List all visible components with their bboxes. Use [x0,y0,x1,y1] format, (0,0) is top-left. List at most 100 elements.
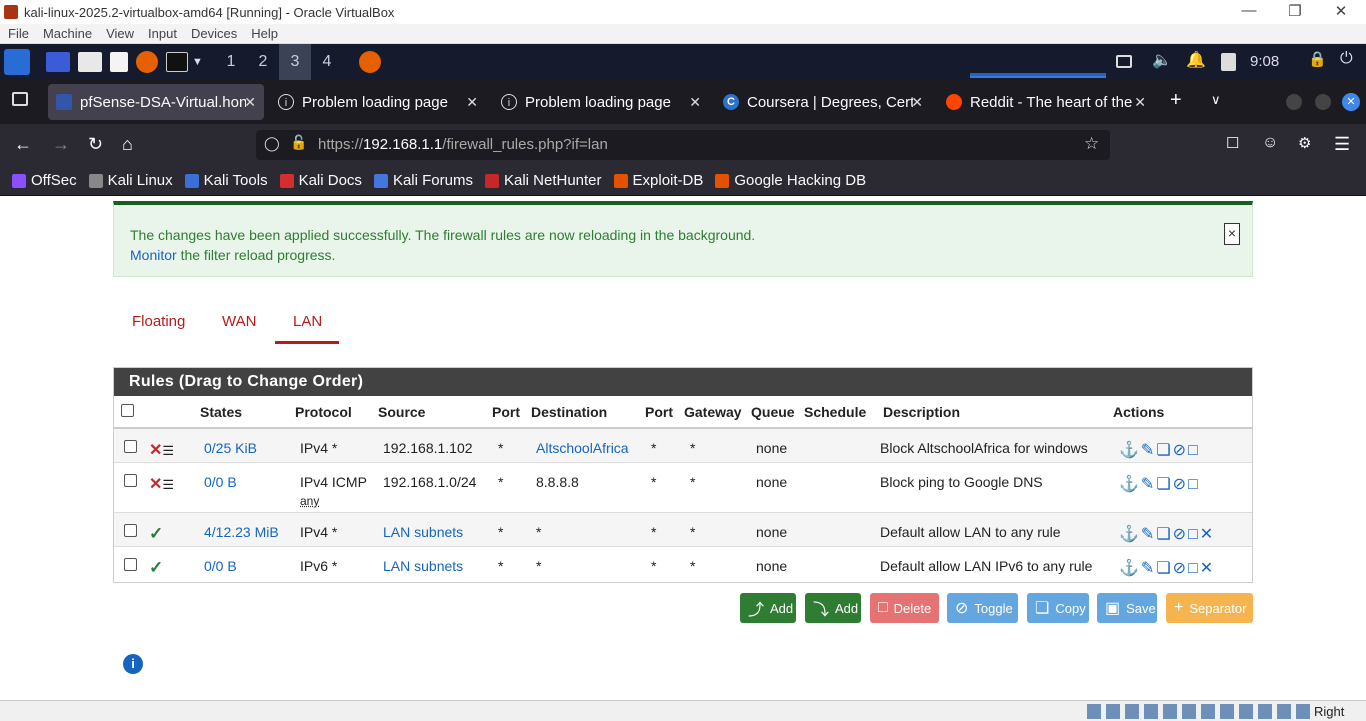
clock[interactable]: 9:08 [1250,53,1279,70]
menu-machine[interactable]: Machine [43,26,92,41]
menu-view[interactable]: View [106,26,134,41]
tab-close-icon[interactable]: ✕ [244,94,256,111]
disable-icon[interactable]: ⊘ [1173,560,1188,577]
copy-icon[interactable]: ❏ [1156,560,1172,577]
bookmark-kali-linux[interactable]: Kali Linux [88,172,173,189]
delete-x-icon[interactable]: ✕ [1200,526,1215,543]
copy-icon[interactable]: ❏ [1156,442,1172,459]
url-bar[interactable]: ◯ 🔓 https://192.168.1.1/firewall_rules.p… [256,130,1110,160]
reload-icon[interactable]: ↻ [88,134,103,155]
volume-icon[interactable]: 🔈 [1152,50,1172,70]
disable-icon[interactable]: ⊘ [1173,476,1188,493]
table-row[interactable]: ✓ 0/0 B IPv6 * LAN subnets * * * * none … [114,545,1252,580]
workspace-2[interactable]: 2 [247,44,279,80]
firefox-launcher-icon[interactable] [136,51,158,73]
anchor-icon[interactable]: ⚓ [1119,560,1141,577]
trash-icon[interactable]: □ [1188,476,1200,493]
bookmark-offsec[interactable]: OffSec [12,172,77,189]
table-row[interactable]: ✕☰ 0/25 KiB IPv4 * 192.168.1.102 * Altsc… [114,427,1252,462]
clipboard-icon[interactable] [1221,53,1236,71]
disable-icon[interactable]: ⊘ [1173,526,1188,543]
menu-devices[interactable]: Devices [191,26,237,41]
toggle-button[interactable]: ⊘ Toggle [947,593,1018,623]
alert-close-button[interactable]: × [1224,223,1240,245]
anchor-icon[interactable]: ⚓ [1119,476,1141,493]
tab-close-icon[interactable]: ✕ [911,94,923,111]
account-icon[interactable]: ☺ [1262,134,1278,152]
monitor-link[interactable]: Monitor [130,247,177,263]
tab-problem-2[interactable]: i Problem loading page ✕ [493,84,709,120]
workspace-1[interactable]: 1 [215,44,247,80]
trash-icon[interactable]: □ [1188,560,1200,577]
bookmark-google-hacking-db[interactable]: Google Hacking DB [715,172,866,189]
tab-close-icon[interactable]: ✕ [1134,94,1146,111]
save-button[interactable]: ▣ Save [1097,593,1157,623]
list-tabs-icon[interactable]: ∨ [1211,92,1221,108]
tab-pfsense[interactable]: pfSense-DSA-Virtual.hon ✕ [48,84,264,120]
bookmark-kali-docs[interactable]: Kali Docs [279,172,362,189]
tab-wan[interactable]: WAN [222,313,256,330]
forward-icon[interactable]: → [52,134,70,155]
add-bottom-button[interactable]: ⤵ Add [805,593,861,623]
firefox-taskbar-icon[interactable] [358,51,381,73]
tab-problem-1[interactable]: i Problem loading page ✕ [270,84,486,120]
minimize-browser-icon[interactable] [1286,94,1302,110]
delete-button[interactable]: □ Delete [870,593,939,623]
bookmark-kali-nethunter[interactable]: Kali NetHunter [484,172,602,189]
chevron-down-icon[interactable]: ▼ [192,56,203,68]
copy-button[interactable]: ❏ Copy [1027,593,1089,623]
terminal-icon[interactable] [166,52,188,72]
copy-icon[interactable]: ❏ [1156,526,1172,543]
separator-button[interactable]: + Separator [1166,593,1253,623]
bookmark-star-icon[interactable]: ☆ [1084,134,1099,154]
destination-alias-link[interactable]: AltschoolAfrica [536,440,629,456]
menu-input[interactable]: Input [148,26,177,41]
select-all-checkbox[interactable] [121,403,134,417]
notification-bell-icon[interactable]: 🔔 [1186,50,1206,70]
source-link[interactable]: LAN subnets [383,558,463,574]
disable-icon[interactable]: ⊘ [1173,442,1188,459]
pocket-icon[interactable]: ☐ [1226,134,1239,152]
bookmark-kali-tools[interactable]: Kali Tools [184,172,268,189]
edit-pencil-icon[interactable]: ✎ [1141,560,1156,577]
extensions-icon[interactable]: ⚙ [1298,134,1311,152]
info-icon[interactable]: i [123,654,143,674]
delete-x-icon[interactable]: ✕ [1200,560,1215,577]
table-row[interactable]: ✓ 4/12.23 MiB IPv4 * LAN subnets * * * *… [114,511,1252,546]
kali-menu-icon[interactable] [4,49,30,75]
home-icon[interactable]: ⌂ [122,134,133,155]
text-editor-icon[interactable] [110,52,128,72]
tab-reddit[interactable]: Reddit - The heart of the i ✕ [938,84,1154,120]
edit-pencil-icon[interactable]: ✎ [1141,526,1156,543]
trash-icon[interactable]: □ [1188,526,1200,543]
bookmark-exploit-db[interactable]: Exploit-DB [613,172,703,189]
shield-icon[interactable]: ◯ [264,135,280,152]
close-icon[interactable]: ✕ [1326,2,1356,20]
close-browser-icon[interactable]: ✕ [1342,93,1360,111]
anchor-icon[interactable]: ⚓ [1119,526,1141,543]
display-icon[interactable] [1116,55,1132,68]
power-icon[interactable]: ⏻ [1340,50,1353,68]
tab-close-icon[interactable]: ✕ [689,94,701,111]
maximize-browser-icon[interactable] [1315,94,1331,110]
lock-icon[interactable]: 🔒 [1308,50,1327,68]
source-link[interactable]: LAN subnets [383,524,463,540]
restore-icon[interactable]: ❐ [1280,2,1310,20]
trash-icon[interactable]: □ [1188,442,1200,459]
hamburger-menu-icon[interactable]: ☰ [1334,134,1350,155]
anchor-icon[interactable]: ⚓ [1119,442,1141,459]
states-link[interactable]: 0/25 KiB [204,440,257,456]
row-checkbox[interactable] [124,440,137,453]
file-manager-icon[interactable] [78,52,102,72]
tab-coursera[interactable]: C Coursera | Degrees, Certi ✕ [715,84,931,120]
states-link[interactable]: 4/12.23 MiB [204,524,279,540]
tab-close-icon[interactable]: ✕ [466,94,478,111]
workspace-3[interactable]: 3 [278,44,311,80]
copy-icon[interactable]: ❏ [1156,476,1172,493]
menu-file[interactable]: File [8,26,29,41]
row-checkbox[interactable] [124,557,137,571]
new-tab-icon[interactable]: + [1170,89,1182,112]
bookmark-kali-forums[interactable]: Kali Forums [373,172,473,189]
workspace-4[interactable]: 4 [311,44,343,80]
row-checkbox[interactable] [124,473,137,487]
